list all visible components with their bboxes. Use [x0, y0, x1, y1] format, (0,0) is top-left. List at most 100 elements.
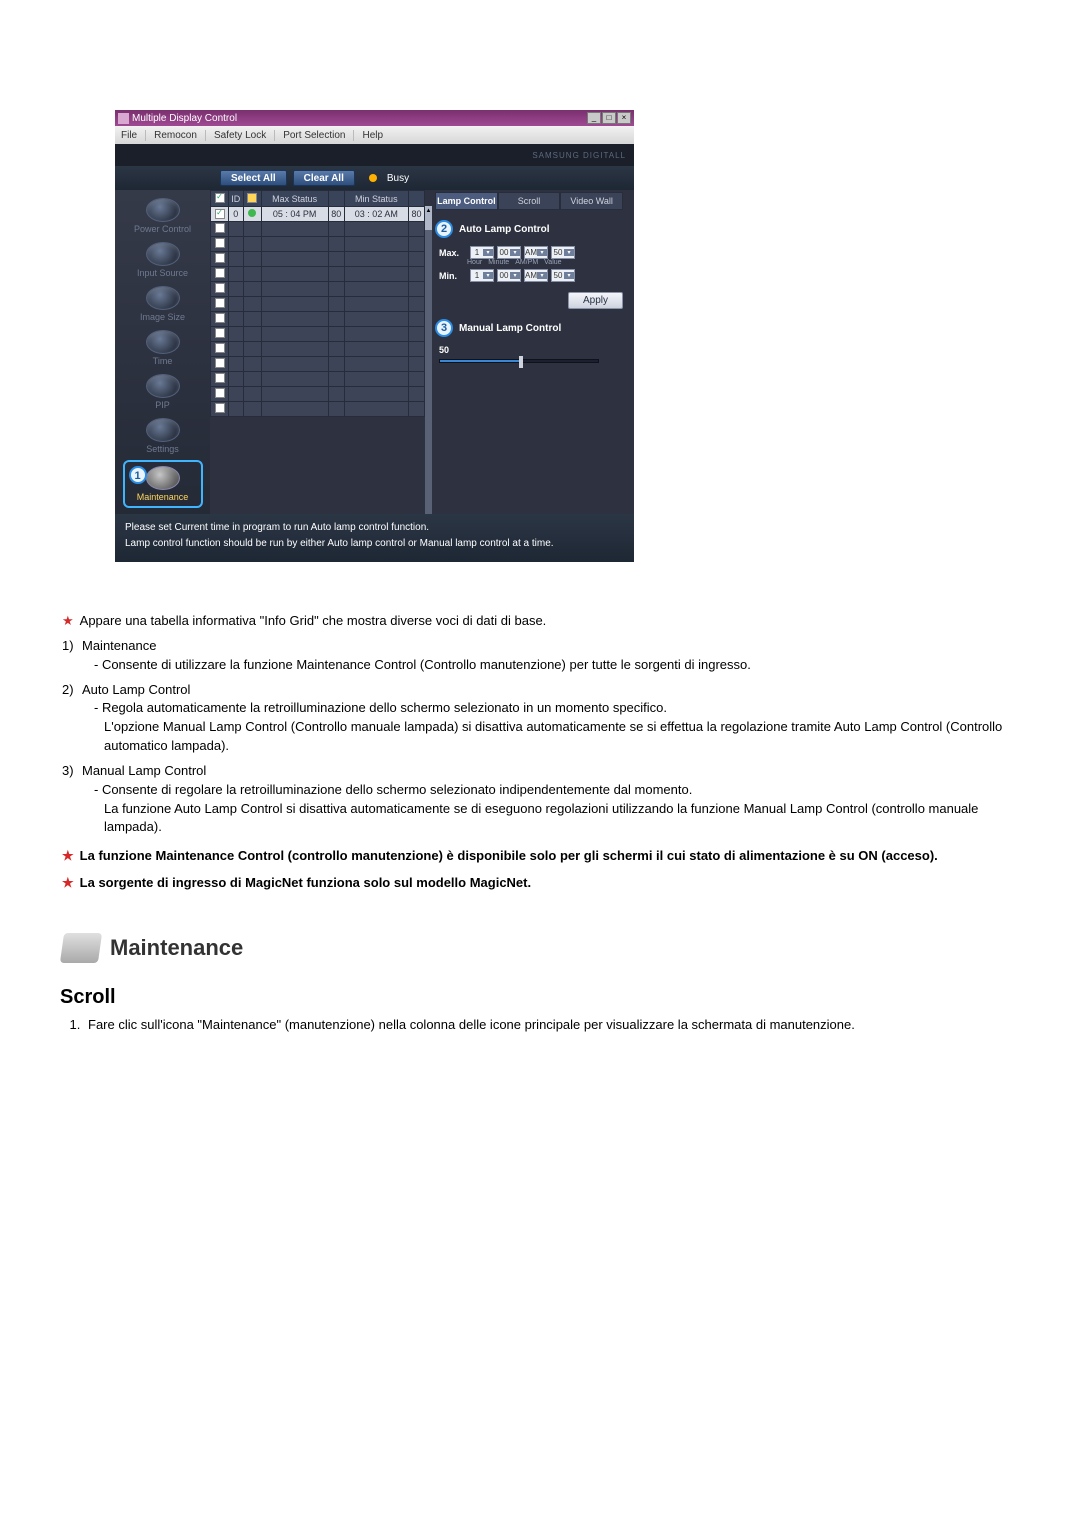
menu-safetylock[interactable]: Safety Lock: [214, 130, 275, 141]
star-icon: ★: [62, 612, 74, 631]
table-row-empty: [211, 372, 425, 387]
menu-portselection[interactable]: Port Selection: [283, 130, 354, 141]
sidebar-item-maintenance[interactable]: 1 Maintenance: [123, 460, 203, 508]
busy-indicator-icon: [369, 174, 377, 182]
table-row-empty: [211, 402, 425, 417]
scroll-step-1: Fare clic sull'icona "Maintenance" (manu…: [84, 1016, 1018, 1035]
menu-help[interactable]: Help: [362, 130, 391, 141]
menu-file[interactable]: File: [121, 130, 146, 141]
section-heading-maintenance: Maintenance: [62, 933, 1080, 963]
grid-header-status: [243, 191, 261, 207]
sidebar-item-pip[interactable]: PIP: [123, 372, 203, 414]
min-ampm-select[interactable]: AM▾: [524, 269, 548, 282]
apply-button[interactable]: Apply: [568, 292, 623, 309]
max-hour-select[interactable]: 1▾: [470, 246, 494, 259]
item-1: 1)Maintenance - Consente di utilizzare l…: [62, 637, 1018, 675]
row-checkbox[interactable]: [215, 388, 225, 398]
chevron-down-icon: ▾: [564, 249, 574, 256]
app-icon: [118, 113, 129, 124]
row-checkbox[interactable]: [215, 238, 225, 248]
grid-header-maxstatus: Max Status: [261, 191, 328, 207]
maximize-button[interactable]: □: [602, 112, 616, 124]
maintenance-icon: [146, 466, 180, 490]
min-hour-select[interactable]: 1▾: [470, 269, 494, 282]
manual-lamp-title: Manual Lamp Control: [459, 323, 561, 334]
max-min-select[interactable]: 00▾: [497, 246, 521, 259]
min-min-select[interactable]: 00▾: [497, 269, 521, 282]
clear-all-button[interactable]: Clear All: [293, 170, 355, 186]
auto-lamp-section: 2 Auto Lamp Control Max. 1▾ 00▾ AM▾ 50▾ …: [435, 220, 623, 309]
pip-icon: [146, 374, 180, 398]
sidebar-item-settings[interactable]: Settings: [123, 416, 203, 458]
item-3-sub2: La funzione Auto Lamp Control si disatti…: [94, 800, 1018, 838]
min-val-select[interactable]: 50▾: [551, 269, 575, 282]
tab-scroll[interactable]: Scroll: [498, 192, 561, 210]
row-checkbox[interactable]: [215, 268, 225, 278]
max-row: Max. 1▾ 00▾ AM▾ 50▾: [439, 246, 623, 259]
close-button[interactable]: ×: [617, 112, 631, 124]
minimize-button[interactable]: _: [587, 112, 601, 124]
table-row-empty: [211, 297, 425, 312]
footer-line-2: Lamp control function should be run by e…: [125, 536, 624, 552]
row-checkbox[interactable]: [215, 403, 225, 413]
row-checkbox[interactable]: [215, 343, 225, 353]
slider-track[interactable]: [439, 359, 599, 363]
maintenance-heading-icon: [60, 933, 102, 963]
lead-text: Appare una tabella informativa "Info Gri…: [80, 612, 547, 631]
manual-lamp-slider[interactable]: 50: [439, 345, 623, 363]
row-checkbox[interactable]: [215, 298, 225, 308]
sidebar-item-imagesize[interactable]: Image Size: [123, 284, 203, 326]
row-checkbox[interactable]: [215, 358, 225, 368]
menu-remocon[interactable]: Remocon: [154, 130, 206, 141]
star-icon: ★: [62, 847, 74, 866]
item-3-sub1: - Consente di regolare la retroilluminaz…: [94, 781, 1018, 800]
table-row-empty: [211, 267, 425, 282]
table-row-empty: [211, 357, 425, 372]
row-checkbox[interactable]: [215, 328, 225, 338]
slider-value: 50: [439, 345, 449, 355]
scroll-thumb[interactable]: [425, 216, 432, 230]
grid-scrollbar[interactable]: ▲: [425, 206, 432, 514]
callout-badge-3: 3: [435, 319, 453, 337]
row-checkbox[interactable]: [215, 223, 225, 233]
row-checkbox[interactable]: [215, 209, 225, 219]
row-maxv: 80: [328, 207, 344, 222]
table-row-empty: [211, 252, 425, 267]
row-checkbox[interactable]: [215, 253, 225, 263]
row-checkbox[interactable]: [215, 283, 225, 293]
slider-fill: [440, 360, 519, 362]
table-row-empty: [211, 312, 425, 327]
callout-badge-2: 2: [435, 220, 453, 238]
table-row-empty: [211, 327, 425, 342]
window-title: Multiple Display Control: [132, 113, 237, 124]
top-toolbar: Select All Clear All Busy: [115, 166, 634, 190]
chevron-down-icon: ▾: [483, 249, 493, 256]
scroll-up-icon[interactable]: ▲: [425, 206, 432, 216]
max-ampm-select[interactable]: AM▾: [524, 246, 548, 259]
chevron-down-icon: ▾: [564, 272, 574, 279]
tab-lamp-control[interactable]: Lamp Control: [435, 192, 498, 210]
brand-text: SAMSUNG DIGITALL: [532, 151, 626, 160]
select-all-button[interactable]: Select All: [220, 170, 287, 186]
tab-video-wall[interactable]: Video Wall: [560, 192, 623, 210]
min-label: Min.: [439, 271, 467, 281]
max-val-select[interactable]: 50▾: [551, 246, 575, 259]
slider-knob[interactable]: [519, 356, 523, 368]
item-1-sub: - Consente di utilizzare la funzione Mai…: [94, 656, 1018, 675]
table-row-empty: [211, 282, 425, 297]
input-icon: [146, 242, 180, 266]
tiny-labels: HourMinuteAM/PMValue: [467, 259, 623, 266]
sidebar-item-power[interactable]: Power Control: [123, 196, 203, 238]
manual-lamp-section: 3 Manual Lamp Control 50: [435, 319, 623, 363]
sidebar-item-time[interactable]: Time: [123, 328, 203, 370]
table-row[interactable]: 0 05 : 04 PM 80 03 : 02 AM 80: [211, 207, 425, 222]
brand-bar: SAMSUNG DIGITALL: [115, 144, 634, 166]
sidebar-item-input[interactable]: Input Source: [123, 240, 203, 282]
header-checkbox[interactable]: [215, 193, 225, 203]
header-status-icon: [247, 193, 257, 203]
app-screenshot: Multiple Display Control _ □ × File Remo…: [115, 110, 634, 562]
window-titlebar: Multiple Display Control _ □ ×: [115, 110, 634, 126]
row-checkbox[interactable]: [215, 373, 225, 383]
min-row: Min. 1▾ 00▾ AM▾ 50▾: [439, 269, 623, 282]
row-checkbox[interactable]: [215, 313, 225, 323]
